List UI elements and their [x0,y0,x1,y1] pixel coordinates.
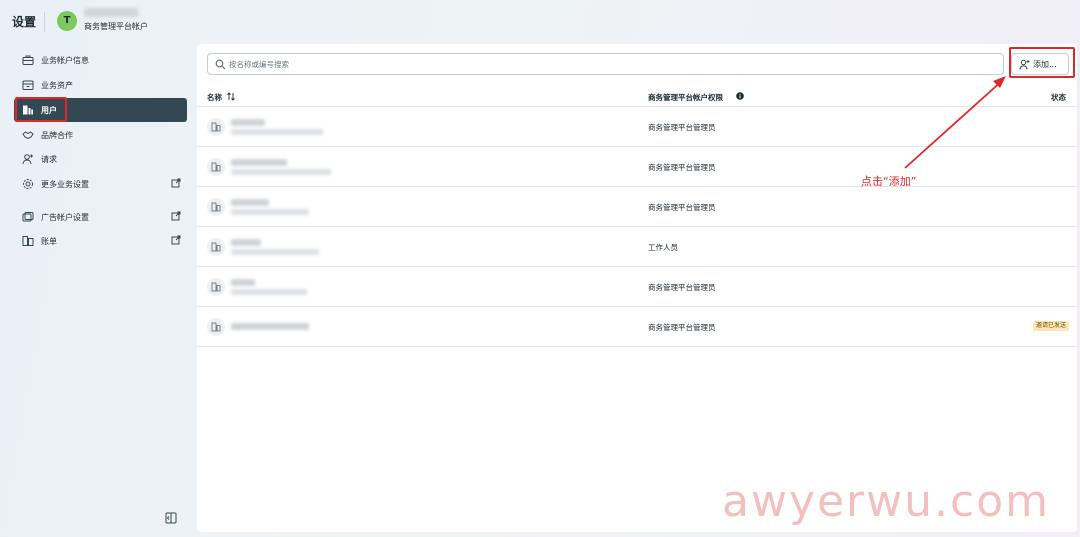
table-row[interactable]: 商务管理平台管理员 邀请已发送 [197,307,1077,347]
sidebar-item-ad-account-settings[interactable]: 广告帐户设置 [14,205,187,229]
header-divider [44,12,45,32]
billing-icon [22,235,34,247]
user-email-blurred [231,289,307,295]
info-icon[interactable] [736,92,744,100]
user-name-blurred [231,199,269,206]
table-row[interactable]: 工作人员 [197,227,1077,267]
sidebar-item-more-settings[interactable]: 更多业务设置 [14,172,187,196]
table-row[interactable]: 商务管理平台管理员 [197,107,1077,147]
annotation-text: 点击“添加” [861,175,917,188]
user-email-blurred [231,249,319,255]
column-header-status: 状态 [1051,93,1066,102]
sidebar-item-label: 广告帐户设置 [41,212,89,222]
status-badge: 邀请已发送 [1032,321,1069,331]
sidebar-item-requests[interactable]: 请求 [14,147,187,171]
user-role: 商务管理平台管理员 [648,163,716,172]
gear-icon [22,178,34,190]
sidebar-item-business-assets[interactable]: 业务资产 [14,73,187,97]
handshake-icon [22,129,34,141]
user-email-blurred [231,129,323,135]
column-header-name[interactable]: 名称 [207,92,222,103]
top-bar: 设置 T 商务管理平台帐户 [0,0,1080,44]
table-row[interactable]: 商务管理平台管理员 [197,187,1077,227]
search-input[interactable] [229,55,989,73]
watermark: awyerwu.com [722,476,1050,527]
sidebar-item-billing[interactable]: 账单 [14,229,187,253]
user-name-blurred [231,119,265,126]
user-name-blurred [231,159,287,166]
user-role: 工作人员 [648,243,678,252]
external-link-icon [171,211,181,221]
person-add-icon [22,153,34,165]
ad-account-icon [22,211,34,223]
user-role: 商务管理平台管理员 [648,323,716,332]
column-header-permission: 商务管理平台帐户权限 [648,93,723,102]
sidebar-item-label: 请求 [41,154,57,164]
user-icon [207,318,225,336]
user-role: 商务管理平台管理员 [648,203,716,212]
add-button-highlight-box [1009,47,1075,78]
sidebar-item-business-info[interactable]: 业务帐户信息 [14,48,187,72]
external-link-icon [171,178,181,188]
user-role: 商务管理平台管理员 [648,123,716,132]
sidebar-item-label: 更多业务设置 [41,179,89,189]
search-icon [215,59,226,70]
table-header: 名称 商务管理平台帐户权限 状态 [197,87,1077,107]
external-link-icon [171,235,181,245]
user-name-blurred [231,279,255,286]
user-icon [207,238,225,256]
users-highlight-box [15,97,67,122]
page-title: 设置 [12,15,37,29]
users-panel: 添加... 名称 商务管理平台帐户权限 状态 商务管理平台管理员 商务管理平台管… [197,44,1077,532]
user-icon [207,158,225,176]
sidebar-item-label: 业务资产 [41,80,73,90]
account-type-label: 商务管理平台帐户 [84,22,148,31]
table-row[interactable]: 商务管理平台管理员 [197,267,1077,307]
table-row[interactable]: 商务管理平台管理员 [197,147,1077,187]
avatar[interactable]: T [57,11,77,31]
sidebar-item-brand-collab[interactable]: 品牌合作 [14,123,187,147]
user-icon [207,278,225,296]
user-name-blurred [231,239,261,246]
sidebar-item-label: 业务帐户信息 [41,55,89,65]
user-email-blurred [231,209,309,215]
user-role: 商务管理平台管理员 [648,283,716,292]
user-icon [207,198,225,216]
search-box[interactable] [207,53,1004,75]
account-name-blurred [84,8,138,17]
collapse-sidebar-icon[interactable] [165,512,177,524]
sidebar-item-label: 账单 [41,236,57,246]
sidebar-item-label: 品牌合作 [41,130,73,140]
sort-icon[interactable] [227,92,235,101]
user-email-blurred [231,323,309,330]
assets-icon [22,79,34,91]
briefcase-icon [22,54,34,66]
user-icon [207,118,225,136]
user-email-blurred [231,169,331,175]
